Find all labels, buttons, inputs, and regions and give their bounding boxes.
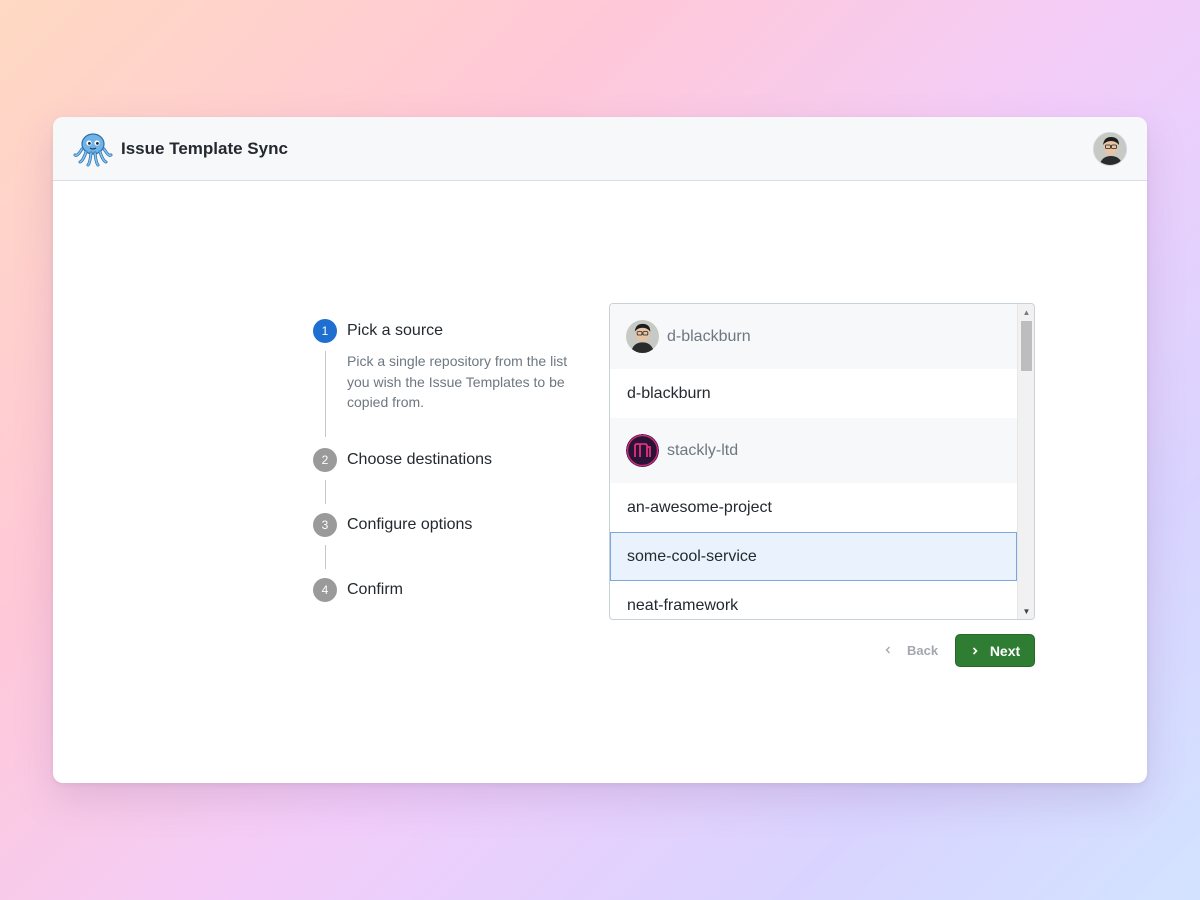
step-confirm: 4 Confirm: [313, 578, 403, 602]
step-title: Pick a source: [347, 322, 444, 339]
step-title: Configure options: [347, 516, 473, 533]
app-window: Issue Template Sync 1 Pick a source Pick…: [53, 117, 1147, 783]
list-item-selected[interactable]: some-cool-service: [610, 532, 1017, 581]
wizard-navigation: Back Next: [873, 634, 1035, 667]
step-connector: [324, 545, 326, 569]
group-owner-name: d-blackburn: [667, 327, 751, 345]
owner-avatar: [626, 320, 659, 353]
step-number: 3: [313, 513, 337, 537]
repository-listbox[interactable]: d-blackburn d-blackburn stackly-ltd an-a…: [609, 303, 1035, 620]
app-title: Issue Template Sync: [121, 138, 288, 158]
scroll-down-arrow-icon[interactable]: ▼: [1018, 603, 1034, 619]
scrollbar-thumb[interactable]: [1021, 321, 1032, 371]
app-header: Issue Template Sync: [53, 117, 1147, 181]
step-pick-source: 1 Pick a source Pick a single repository…: [313, 319, 579, 413]
step-number: 2: [313, 448, 337, 472]
repository-list: d-blackburn d-blackburn stackly-ltd an-a…: [610, 304, 1017, 619]
back-button-label: Back: [907, 643, 939, 658]
org-logo-icon: [626, 434, 659, 467]
group-owner-name: stackly-ltd: [667, 441, 739, 459]
step-number: 4: [313, 578, 337, 602]
step-number: 1: [313, 319, 337, 343]
scrollbar[interactable]: ▲ ▼: [1017, 304, 1034, 619]
step-title: Confirm: [347, 581, 404, 598]
next-button-label: Next: [989, 642, 1021, 659]
step-configure-options: 3 Configure options: [313, 513, 472, 537]
chevron-right-icon: [970, 643, 980, 659]
octopus-logo-icon: [73, 129, 113, 169]
list-item[interactable]: neat-framework: [610, 581, 1017, 619]
list-item[interactable]: d-blackburn: [610, 369, 1017, 418]
scroll-up-arrow-icon[interactable]: ▲: [1018, 304, 1034, 320]
user-avatar[interactable]: [1093, 132, 1127, 166]
list-item[interactable]: an-awesome-project: [610, 483, 1017, 532]
group-header-stackly-ltd: stackly-ltd: [610, 418, 1017, 483]
next-button[interactable]: Next: [955, 634, 1035, 667]
step-title: Choose destinations: [347, 451, 492, 468]
step-connector: [324, 480, 326, 504]
group-header-d-blackburn: d-blackburn: [610, 304, 1017, 369]
back-button[interactable]: Back: [883, 634, 943, 667]
step-description: Pick a single repository from the list y…: [347, 353, 568, 410]
chevron-left-icon: [883, 643, 893, 658]
step-choose-destinations: 2 Choose destinations: [313, 448, 492, 472]
